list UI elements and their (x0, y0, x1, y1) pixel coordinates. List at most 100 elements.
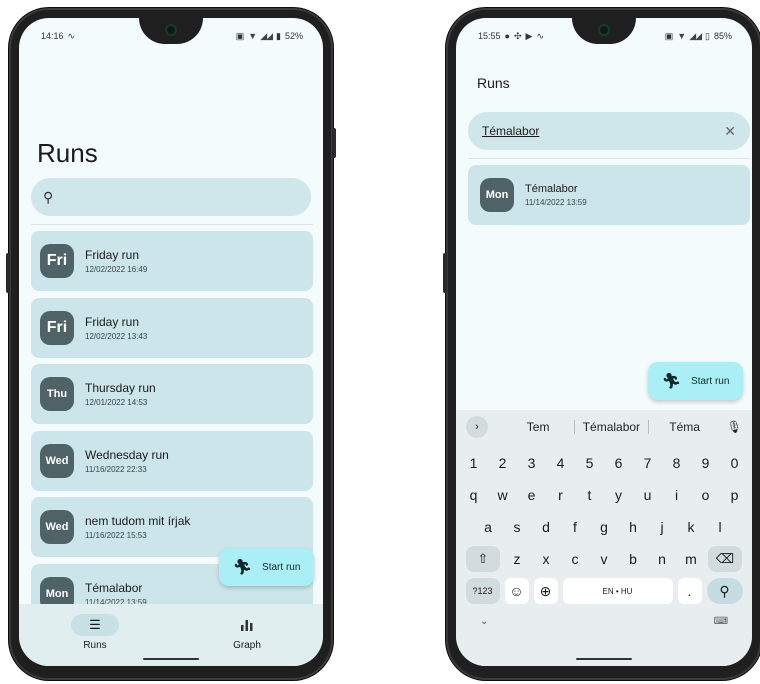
shift-key[interactable]: ⇧ (466, 546, 500, 572)
keyboard-icon[interactable]: ⌨ (714, 616, 728, 627)
key-w[interactable]: w (491, 482, 515, 508)
search-bar[interactable]: ✕ (468, 112, 750, 150)
nav-bar: ⌄ ⌨ (456, 604, 752, 627)
key-u[interactable]: u (636, 482, 660, 508)
nav-label-runs: Runs (83, 640, 107, 651)
key-g[interactable]: g (592, 514, 616, 540)
vibrate-icon: ▣ (235, 30, 245, 41)
key-s[interactable]: s (505, 514, 529, 540)
wifi-icon: ▼ (677, 31, 686, 41)
key-row-bottom: ?123 ☺ ⊕ EN • HU . ⚲ (456, 578, 752, 604)
space-key[interactable]: EN • HU (562, 578, 673, 604)
run-date: 12/02/2022 13:43 (85, 331, 148, 341)
key-9[interactable]: 9 (694, 450, 718, 476)
search-bar[interactable]: ⚲ (31, 178, 311, 216)
battery-level: 52% (284, 31, 303, 41)
status-time: 14:16 (41, 31, 64, 41)
key-e[interactable]: e (520, 482, 544, 508)
key-f[interactable]: f (563, 514, 587, 540)
status-time: 15:55 (478, 31, 501, 41)
key-1[interactable]: 1 (462, 450, 486, 476)
nav-label-graph: Graph (233, 640, 261, 651)
volume-button (332, 128, 336, 158)
nav-item-graph[interactable]: Graph (187, 614, 307, 666)
start-run-button[interactable]: 🏃︎ Start run (219, 548, 315, 586)
key-0[interactable]: 0 (723, 450, 747, 476)
key-row-qwerty: qwertyuiop (456, 482, 752, 508)
chevron-down-icon[interactable]: ⌄ (480, 616, 488, 627)
key-t[interactable]: t (578, 482, 602, 508)
bottom-navigation: ☰ Runs Graph (19, 604, 323, 666)
key-v[interactable]: v (592, 546, 616, 572)
symbols-key[interactable]: ?123 (465, 578, 500, 604)
chevron-right-icon[interactable]: › (466, 416, 488, 438)
key-x[interactable]: x (534, 546, 558, 572)
globe-icon[interactable]: ⊕ (533, 578, 558, 604)
key-n[interactable]: n (650, 546, 674, 572)
microphone-icon[interactable]: 🎙︎ (727, 420, 742, 434)
wifi-icon: ▼ (248, 31, 257, 41)
close-icon[interactable]: ✕ (724, 123, 736, 140)
list-item[interactable]: Fri Friday run 12/02/2022 13:43 (31, 297, 313, 358)
page-title: Runs (37, 138, 98, 168)
home-indicator[interactable] (576, 658, 632, 660)
run-title: Témalabor (85, 580, 143, 595)
left-phone-frame: 14:16 ∿ ▣ ▼ ◢◢ ▮ 52% Runs ⚲ Fri Friday ru… (6, 8, 336, 680)
suggestion-2[interactable]: Témalabor (575, 420, 647, 434)
search-input[interactable] (482, 124, 682, 138)
day-badge: Thu (40, 377, 74, 411)
list-item[interactable]: Thu Thursday run 12/01/2022 14:53 (31, 364, 313, 424)
suggestion-1[interactable]: Tem (502, 420, 574, 434)
list-item[interactable]: Mon Témalabor 11/14/2022 13:59 (468, 165, 750, 225)
backspace-key[interactable]: ⌫ (708, 546, 742, 572)
key-8[interactable]: 8 (665, 450, 689, 476)
key-a[interactable]: a (476, 514, 500, 540)
run-title: Friday run (85, 248, 140, 262)
run-title: Friday run (85, 314, 140, 329)
signal-icon: ◢◢ (689, 30, 702, 41)
key-7[interactable]: 7 (636, 450, 660, 476)
period-key[interactable]: . (677, 578, 702, 604)
right-phone-frame: 15:55 ● ✣ ▶ ∿ ▣ ▼ ◢◢ ▯ 85% Runs ✕ Mon Té… (443, 8, 760, 680)
activity-icon: ∿ (536, 30, 544, 41)
search-key[interactable]: ⚲ (706, 578, 743, 604)
key-c[interactable]: c (563, 546, 587, 572)
run-date: 11/14/2022 13:59 (525, 198, 587, 207)
key-q[interactable]: q (462, 482, 486, 508)
key-o[interactable]: o (694, 482, 718, 508)
key-5[interactable]: 5 (578, 450, 602, 476)
key-m[interactable]: m (679, 546, 703, 572)
key-z[interactable]: z (505, 546, 529, 572)
key-6[interactable]: 6 (607, 450, 631, 476)
run-title: Témalabor (525, 183, 578, 195)
key-b[interactable]: b (621, 546, 645, 572)
day-badge: Fri (40, 244, 74, 278)
key-p[interactable]: p (723, 482, 747, 508)
run-date: 11/16/2022 15:53 (85, 531, 147, 540)
battery-level: 85% (713, 31, 732, 41)
key-j[interactable]: j (650, 514, 674, 540)
home-indicator[interactable] (143, 658, 199, 660)
emoji-key[interactable]: ☺ (504, 578, 529, 604)
search-icon: ⚲ (43, 188, 54, 205)
key-r[interactable]: r (549, 482, 573, 508)
key-h[interactable]: h (621, 514, 645, 540)
nav-item-runs[interactable]: ☰ Runs (35, 614, 155, 666)
key-l[interactable]: l (708, 514, 732, 540)
start-run-label: Start run (691, 375, 730, 387)
key-3[interactable]: 3 (520, 450, 544, 476)
day-badge: Fri (40, 310, 74, 345)
key-2[interactable]: 2 (491, 450, 515, 476)
start-run-button[interactable]: 🏃︎ Start run (648, 362, 744, 400)
key-k[interactable]: k (679, 514, 703, 540)
divider (31, 224, 313, 225)
key-i[interactable]: i (665, 482, 689, 508)
key-d[interactable]: d (534, 514, 558, 540)
key-y[interactable]: y (607, 482, 631, 508)
list-item[interactable]: Fri Friday run 12/02/2022 16:49 (31, 231, 313, 291)
key-4[interactable]: 4 (549, 450, 573, 476)
suggestion-3[interactable]: Téma (649, 420, 721, 434)
list-icon: ☰ (71, 614, 119, 636)
list-item[interactable]: Wed Wednesday run 11/16/2022 22:33 (31, 430, 313, 491)
day-badge: Mon (480, 178, 514, 212)
